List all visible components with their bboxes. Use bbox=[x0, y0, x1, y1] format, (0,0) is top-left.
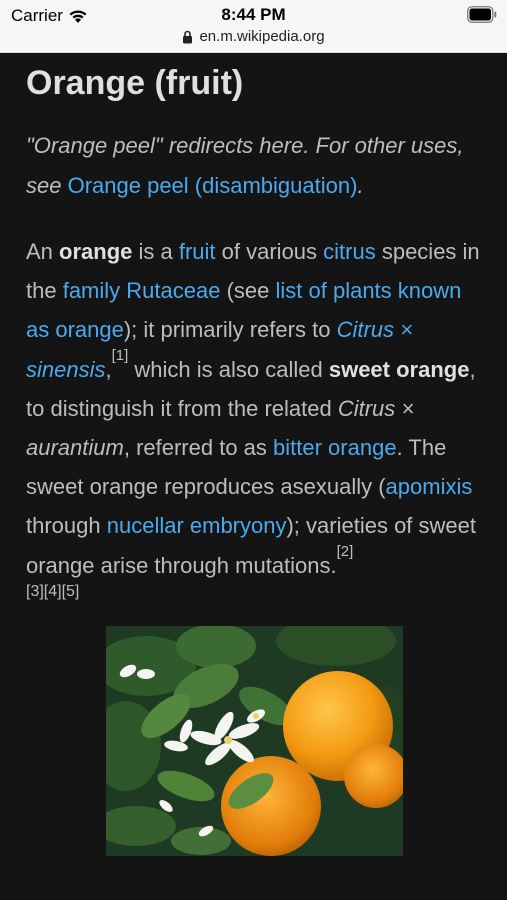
bold-term-sweet-orange: sweet orange bbox=[328, 356, 470, 382]
link-apomixis[interactable]: apomixis bbox=[386, 474, 473, 499]
lead-text: An bbox=[26, 239, 60, 264]
link-bitter-orange[interactable]: bitter orange bbox=[273, 435, 397, 460]
reference-1[interactable]: [1] bbox=[112, 347, 129, 364]
lead-text: of various bbox=[215, 239, 324, 264]
reference-2[interactable]: [2] bbox=[337, 543, 354, 560]
url-bar[interactable]: en.m.wikipedia.org bbox=[0, 28, 507, 45]
orange-fruit-image[interactable] bbox=[106, 626, 403, 856]
lead-paragraph: An orange is a fruit of various citrus s… bbox=[26, 232, 481, 585]
link-family[interactable]: family bbox=[63, 278, 120, 303]
link-rutaceae[interactable]: Rutaceae bbox=[126, 278, 220, 303]
status-bar: Carrier 8:44 PM en.m.wikipedia.org bbox=[0, 0, 507, 53]
hatnote-link-orange-peel-disambiguation[interactable]: Orange peel (disambiguation) bbox=[68, 173, 358, 198]
lead-text: (see bbox=[220, 278, 276, 304]
hatnote: "Orange peel" redirects here. For other … bbox=[26, 126, 481, 206]
lock-icon bbox=[183, 30, 193, 43]
lead-text: , referred to as bbox=[123, 435, 274, 461]
lead-text: , bbox=[105, 356, 112, 382]
lead-text: which is also called bbox=[128, 356, 329, 382]
page-title: Orange (fruit) bbox=[26, 64, 244, 102]
lead-text: is a bbox=[132, 239, 179, 264]
url-text[interactable]: en.m.wikipedia.org bbox=[199, 28, 324, 45]
lead-text: ); it primarily refers to bbox=[123, 317, 337, 343]
battery-icon bbox=[467, 6, 497, 23]
clock: 8:44 PM bbox=[221, 5, 286, 24]
link-fruit[interactable]: fruit bbox=[179, 239, 216, 264]
link-citrus[interactable]: citrus bbox=[323, 239, 376, 264]
orange-blossom-illustration bbox=[106, 626, 403, 856]
bold-term-orange: orange bbox=[59, 239, 133, 264]
hatnote-period: . bbox=[357, 173, 364, 198]
lead-text: through bbox=[26, 513, 107, 539]
link-nucellar-embryony[interactable]: nucellar embryony bbox=[107, 513, 287, 538]
